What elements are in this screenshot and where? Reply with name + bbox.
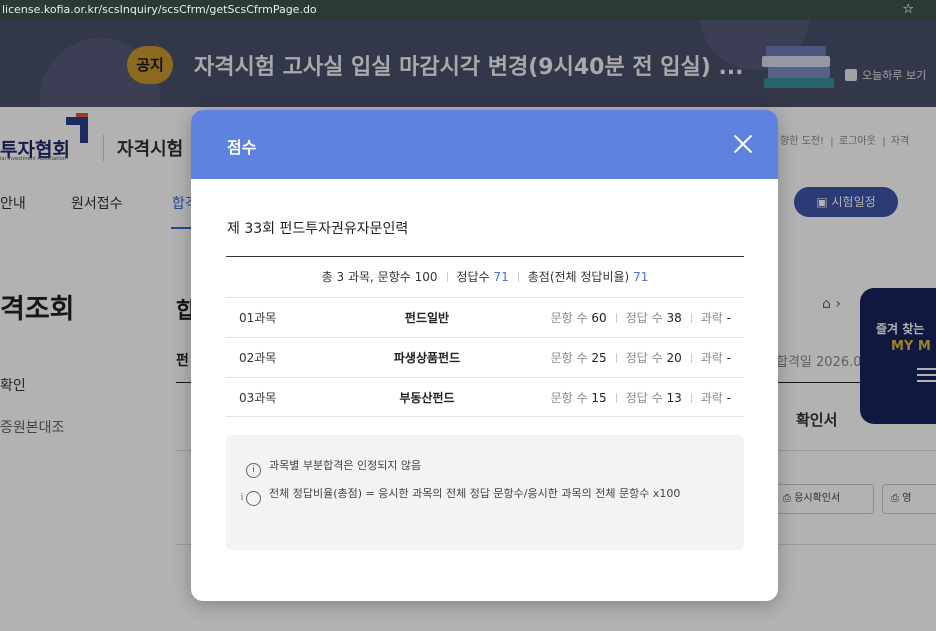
subject-code: 02과목 <box>239 351 277 365</box>
subject-name: 펀드일반 <box>404 311 450 325</box>
subject-name: 부동산펀드 <box>399 391 455 405</box>
summary-score-label: 총점(전체 정답비율) <box>527 270 630 284</box>
summary-correct-label: 정답수 <box>456 270 490 284</box>
info-icon: i <box>246 463 261 478</box>
note-text: 전체 정답비율(총점) = 응시한 과목의 전체 정답 문항수/응시한 과목의 … <box>269 487 681 500</box>
url-text: license.kofia.or.kr/scsInquiry/scsCfrm/g… <box>2 3 317 16</box>
close-icon[interactable] <box>731 132 755 156</box>
notes-box: i 과목별 부분합격은 인정되지 않음 i 전체 정답비율(총점) = 응시한 과목… <box>226 435 744 550</box>
summary-score-value: 71 <box>633 270 649 284</box>
modal-title: 점수 <box>227 138 257 157</box>
subject-stats: 문항 수 15 정답 수 13 과락 - <box>550 391 731 405</box>
modal-header: 점수 <box>191 110 778 179</box>
note-item: i 전체 정답비율(총점) = 응시한 과목의 전체 정답 문항수/응시한 과목의… <box>241 484 726 506</box>
score-summary: 총 3 과목, 문항수 100 정답수 71 총점(전체 정답비율) 71 <box>226 257 744 297</box>
table-row: 02과목 파생상품펀드 문항 수 25 정답 수 20 과락 - <box>226 337 744 377</box>
address-bar[interactable]: license.kofia.or.kr/scsInquiry/scsCfrm/g… <box>0 0 936 20</box>
table-row: 03과목 부동산펀드 문항 수 15 정답 수 13 과락 - <box>226 377 744 417</box>
subject-stats: 문항 수 60 정답 수 38 과락 - <box>550 311 731 325</box>
score-modal: 점수 제 33회 펀드투자권유자문인력 총 3 과목, 문항수 100 정답수 7… <box>191 110 778 601</box>
note-text: 과목별 부분합격은 인정되지 않음 <box>269 459 422 472</box>
bookmark-star-icon[interactable]: ☆ <box>902 0 914 20</box>
subject-stats: 문항 수 25 정답 수 20 과락 - <box>550 351 731 365</box>
summary-correct-value: 71 <box>493 270 509 284</box>
note-item: i 과목별 부분합격은 인정되지 않음 <box>246 456 726 478</box>
exam-name: 제 33회 펀드투자권유자문인력 <box>227 221 409 237</box>
subject-name: 파생상품펀드 <box>393 351 461 365</box>
subject-code: 03과목 <box>239 391 277 405</box>
summary-total: 총 3 과목, 문항수 100 <box>321 270 438 284</box>
info-icon: i <box>241 491 261 506</box>
subject-code: 01과목 <box>239 311 277 325</box>
table-row: 01과목 펀드일반 문항 수 60 정답 수 38 과락 - <box>226 297 744 337</box>
